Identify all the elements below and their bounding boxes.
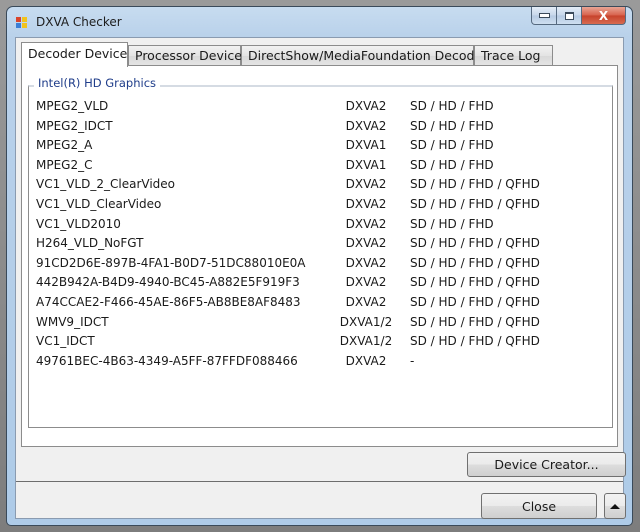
decoder-row: VC1_VLD_2_ClearVideo DXVA2 SD / HD / FHD /… — [36, 175, 606, 195]
decoder-resolutions: SD / HD / FHD — [410, 138, 494, 153]
tab-directshow-mediafoundation-decoder[interactable]: DirectShow/MediaFoundation Decoder — [241, 45, 487, 66]
decoder-resolutions: SD / HD / FHD / QFHD — [410, 334, 540, 349]
decoder-api: DXVA1/2 — [339, 334, 393, 349]
minimize-button[interactable] — [531, 7, 557, 25]
dxva-checker-window: DXVA Checker X Decoder Device Processor … — [6, 6, 633, 526]
decoder-api: DXVA2 — [345, 275, 387, 290]
window-title: DXVA Checker — [36, 15, 122, 29]
decoder-api: DXVA2 — [345, 216, 387, 231]
tab-trace-log[interactable]: Trace Log — [474, 45, 553, 66]
decoder-row: MPEG2_IDCT DXVA2 SD / HD / FHD — [36, 117, 606, 137]
decoder-resolutions: SD / HD / FHD / QFHD — [410, 275, 540, 290]
title-bar[interactable]: DXVA Checker X — [7, 7, 632, 37]
device-creator-label: Device Creator... — [494, 457, 599, 472]
decoder-row: 49761BEC-4B63-4349-A5FF-87FFDF088466 DXVA… — [36, 352, 606, 372]
decoder-name: WMV9_IDCT — [36, 314, 109, 329]
client-area: Decoder Device Processor Device DirectSh… — [15, 37, 626, 519]
minimize-icon — [538, 13, 550, 18]
decoder-row: 442B942A-B4D9-4940-BC45-A882E5F919F3 DXVA… — [36, 273, 606, 293]
decoder-row: VC1_IDCT DXVA1/2 SD / HD / FHD / QFHD — [36, 332, 606, 352]
decoder-resolutions: SD / HD / FHD / QFHD — [410, 177, 540, 192]
decoder-resolutions: SD / HD / FHD / QFHD — [410, 314, 540, 329]
decoder-name: VC1_VLD2010 — [36, 216, 121, 231]
decoder-resolutions: SD / HD / FHD / QFHD — [410, 294, 540, 309]
decoder-api: DXVA1/2 — [339, 314, 393, 329]
decoder-row: 91CD2D6E-897B-4FA1-B0D7-51DC88010E0A DXVA… — [36, 254, 606, 274]
decoder-api: DXVA2 — [345, 196, 387, 211]
decoder-name: VC1_VLD_2_ClearVideo — [36, 177, 175, 192]
window-controls: X — [531, 7, 626, 26]
tab-label: DirectShow/MediaFoundation Decoder — [248, 48, 488, 63]
close-button[interactable]: Close — [481, 493, 597, 519]
decoder-api: DXVA2 — [345, 353, 387, 368]
decoder-name: H264_VLD_NoFGT — [36, 236, 144, 251]
decoder-api: DXVA2 — [345, 255, 387, 270]
tab-processor-device[interactable]: Processor Device — [128, 45, 242, 66]
close-label: Close — [521, 498, 557, 514]
decoder-name: 91CD2D6E-897B-4FA1-B0D7-51DC88010E0A — [36, 255, 306, 270]
decoder-name: MPEG2_VLD — [36, 99, 109, 113]
decoder-resolutions: SD / HD / FHD / QFHD — [410, 255, 540, 270]
decoder-api: DXVA2 — [345, 236, 387, 251]
decoder-device-tab-page: Intel(R) HD Graphics MPEG2_VLD DXVA2 SD / … — [21, 65, 618, 447]
decoder-row: A74CCAE2-F466-45AE-86F5-AB8BE8AF8483 DXVA… — [36, 293, 606, 313]
decoder-api: DXVA2 — [345, 118, 387, 133]
close-window-button[interactable]: X — [582, 7, 626, 25]
decoder-name: VC1_IDCT — [36, 334, 95, 349]
tab-label: Decoder Device — [28, 46, 128, 61]
decoder-row: WMV9_IDCT DXVA1/2 SD / HD / FHD / QFHD — [36, 313, 606, 333]
decoder-resolutions: - — [410, 353, 415, 368]
tab-label: Processor Device — [135, 48, 242, 63]
tab-decoder-device[interactable]: Decoder Device — [21, 42, 128, 67]
decoder-api: DXVA2 — [345, 99, 387, 113]
decoder-api: DXVA2 — [345, 294, 387, 309]
decoder-row: VC1_VLD2010 DXVA2 SD / HD / FHD — [36, 215, 606, 235]
footer-separator — [16, 481, 623, 482]
decoder-api: DXVA2 — [345, 177, 387, 192]
close-icon: X — [598, 8, 609, 23]
decoder-name: 442B942A-B4D9-4940-BC45-A882E5F919F3 — [36, 275, 300, 290]
device-creator-button[interactable]: Device Creator... — [467, 452, 626, 477]
decoder-name: 49761BEC-4B63-4349-A5FF-87FFDF088466 — [36, 353, 298, 368]
decoder-resolutions: SD / HD / FHD — [410, 216, 494, 231]
group-title: Intel(R) HD Graphics — [34, 76, 161, 90]
decoder-name: MPEG2_IDCT — [36, 118, 113, 133]
decoder-api: DXVA1 — [345, 138, 387, 153]
decoder-resolutions: SD / HD / FHD / QFHD — [410, 236, 540, 251]
decoder-row: H264_VLD_NoFGT DXVA2 SD / HD / FHD / QFHD — [36, 234, 606, 254]
triangle-up-icon — [610, 503, 620, 509]
decoder-row: MPEG2_VLD DXVA2 SD / HD / FHD — [36, 97, 606, 117]
decoder-name: VC1_VLD_ClearVideo — [36, 196, 162, 211]
decoder-resolutions: SD / HD / FHD — [410, 157, 494, 172]
decoder-api: DXVA1 — [345, 157, 387, 172]
expand-button[interactable] — [604, 493, 626, 519]
decoder-name: MPEG2_A — [36, 138, 93, 153]
decoder-resolutions: SD / HD / FHD — [410, 118, 494, 133]
decoder-name: MPEG2_C — [36, 157, 93, 172]
decoder-row: VC1_VLD_ClearVideo DXVA2 SD / HD / FHD / Q… — [36, 195, 606, 215]
maximize-icon — [564, 11, 574, 20]
decoder-list: MPEG2_VLD DXVA2 SD / HD / FHD MPEG2_IDCT DX… — [36, 97, 606, 371]
decoder-name: A74CCAE2-F466-45AE-86F5-AB8BE8AF8483 — [36, 294, 301, 309]
decoder-resolutions: SD / HD / FHD / QFHD — [410, 196, 540, 211]
decoder-row: MPEG2_C DXVA1 SD / HD / FHD — [36, 156, 606, 176]
decoder-row: MPEG2_A DXVA1 SD / HD / FHD — [36, 136, 606, 156]
tab-label: Trace Log — [481, 48, 541, 63]
maximize-button[interactable] — [557, 7, 582, 25]
app-icon — [16, 17, 28, 29]
decoder-resolutions: SD / HD / FHD — [410, 99, 494, 113]
